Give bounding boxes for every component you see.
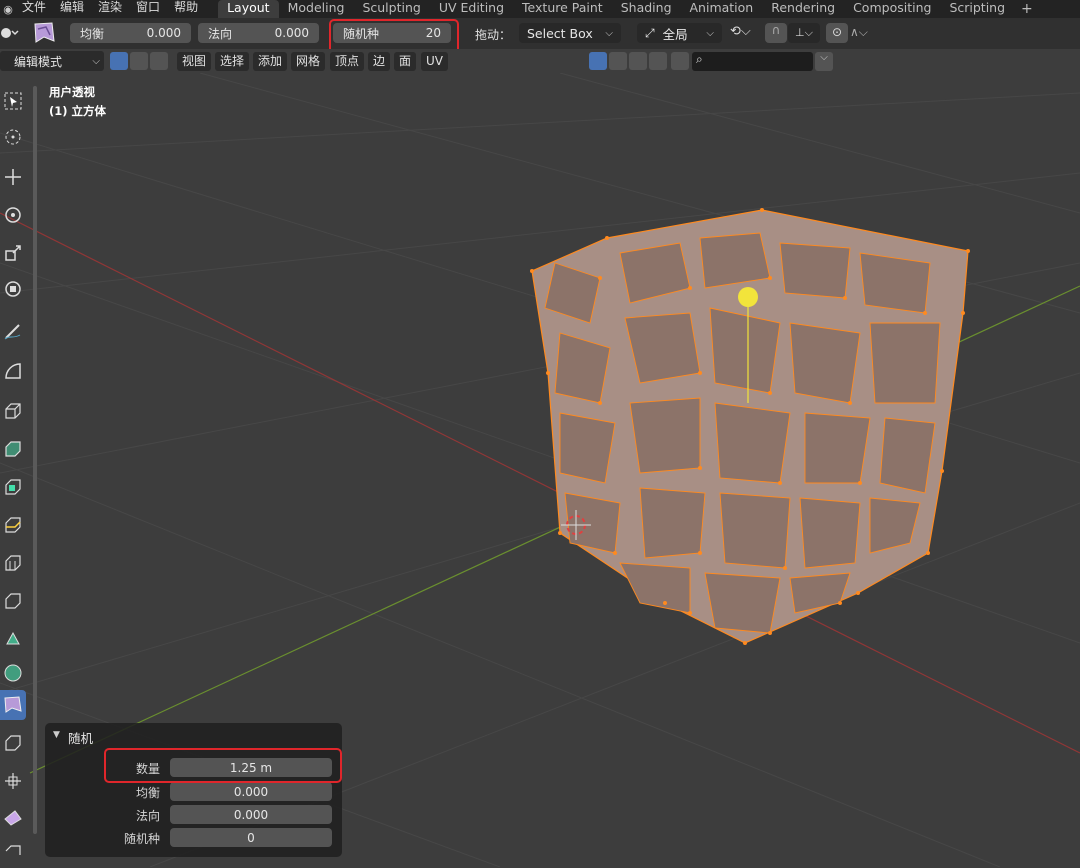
3d-cursor-icon [561, 510, 591, 540]
scale-tool-icon[interactable] [0, 238, 26, 268]
shading-solid-icon[interactable] [589, 52, 607, 70]
drag-label: 拖动： [475, 28, 512, 42]
menu-face[interactable]: 面 [394, 52, 417, 71]
menu-help[interactable]: 帮助 [168, 0, 206, 18]
balance-field[interactable]: 0.000 [170, 782, 332, 801]
extrude-tool-icon[interactable] [0, 396, 26, 426]
balance-label: 均衡 [80, 26, 105, 41]
tool-header: 均衡 0.000 法向 0.000 随机种 20 拖动： Select Box … [0, 18, 1080, 54]
search-icon: ⌕ [696, 52, 703, 66]
tab-sculpting[interactable]: Sculpting [353, 0, 429, 18]
orientation-value: 全局 [662, 26, 688, 42]
loop-cut-tool-icon[interactable] [0, 510, 26, 540]
search-input[interactable]: ⌕ [692, 52, 813, 71]
balance-value: 0.000 [146, 26, 181, 40]
spin-tool-icon[interactable] [0, 624, 26, 654]
panel-title[interactable]: 随机 [68, 728, 93, 747]
object-mode-icon[interactable] [0, 22, 26, 44]
pivot-point-icon[interactable]: ⟲⌵ [730, 24, 762, 44]
menu-mesh[interactable]: 网格 [291, 52, 326, 71]
select-box-tool-icon[interactable] [0, 86, 26, 116]
tab-animation[interactable]: Animation [681, 0, 763, 18]
inset-tool-icon[interactable] [0, 434, 26, 464]
menu-window[interactable]: 窗口 [130, 0, 168, 18]
menu-file[interactable]: 文件 [16, 0, 54, 18]
chevron-down-icon[interactable]: ⌵ [815, 52, 833, 71]
face-select-icon[interactable] [150, 52, 168, 70]
tab-rendering[interactable]: Rendering [762, 0, 844, 18]
normal-label: 法向 [135, 809, 160, 823]
menu-render[interactable]: 渲染 [92, 0, 130, 18]
chevron-down-icon: ⌵ [92, 55, 100, 67]
menu-add[interactable]: 添加 [253, 52, 288, 71]
seed-label: 随机种 [123, 832, 160, 846]
move-tool-icon[interactable] [0, 162, 26, 192]
adjust-last-operation-panel: ▼ 随机 数量 1.25 m 均衡 0.000 法向 0.000 随机种 0 [45, 723, 342, 857]
tab-texture-paint[interactable]: Texture Paint [513, 0, 612, 18]
menu-edge[interactable]: 边 [368, 52, 391, 71]
chevron-down-icon: ⌵ [706, 27, 714, 39]
menu-edit[interactable]: 编辑 [54, 0, 92, 18]
tab-shading[interactable]: Shading [612, 0, 681, 18]
view-name: 用户透视 [49, 85, 95, 99]
drag-select-value: Select Box [527, 25, 593, 41]
top-bar: ◉ 文件 编辑 渲染 窗口 帮助 Layout Modeling Sculpti… [0, 0, 1080, 18]
orientation-icon: ⤢ [645, 25, 655, 40]
shear-tool-icon[interactable] [0, 802, 26, 832]
menu-select[interactable]: 选择 [215, 52, 250, 71]
cleanup-brush-icon[interactable] [671, 52, 689, 70]
menu-uv[interactable]: UV [421, 52, 448, 71]
annotate-tool-icon[interactable] [0, 316, 26, 346]
blender-logo-icon[interactable]: ◉ [0, 0, 16, 18]
proportional-edit-icon[interactable]: ⊙ [826, 23, 848, 43]
mode-value: 编辑模式 [14, 54, 63, 69]
poly-build-tool-icon[interactable] [0, 586, 26, 616]
shrink-fatten-tool-icon[interactable] [0, 766, 26, 796]
panel-collapse-icon[interactable]: ▼ [53, 730, 60, 740]
object-name: (1) 立方体 [49, 104, 107, 118]
tab-scripting[interactable]: Scripting [940, 0, 1014, 18]
left-toolbar [0, 86, 30, 866]
normal-label: 法向 [208, 26, 233, 41]
drag-select-dropdown[interactable]: Select Box ⌵ [519, 23, 621, 43]
balance-label: 均衡 [135, 786, 160, 800]
menu-view[interactable]: 视图 [177, 52, 212, 71]
balance-field[interactable]: 均衡 0.000 [70, 23, 191, 43]
menu-vertex[interactable]: 顶点 [330, 52, 365, 71]
shading-material-icon[interactable] [609, 52, 627, 70]
rip-tool-icon[interactable] [0, 838, 26, 868]
transform-tool-icon[interactable] [0, 274, 26, 304]
snap-toggle-icon[interactable]: ∩ [765, 23, 787, 43]
snap-target-icon[interactable]: ⊥⌵ [788, 23, 820, 43]
edge-select-icon[interactable] [130, 52, 148, 70]
cursor-tool-icon[interactable] [0, 122, 26, 152]
amount-highlight [104, 748, 342, 783]
randomize-tool-icon[interactable] [0, 690, 26, 720]
tab-modeling[interactable]: Modeling [279, 0, 354, 18]
tab-uv-editing[interactable]: UV Editing [430, 0, 513, 18]
normal-field[interactable]: 法向 0.000 [198, 23, 319, 43]
shading-globe-icon[interactable] [649, 52, 667, 70]
mode-select[interactable]: 编辑模式 ⌵ [0, 51, 104, 71]
editor-header: 编辑模式 ⌵ 视图 选择 添加 网格 顶点 边 面 UV ⌕ ⌵ [0, 49, 1080, 73]
rotate-tool-icon[interactable] [0, 200, 26, 230]
seed-field[interactable]: 0 [170, 828, 332, 847]
randomize-tool-icon [32, 21, 56, 45]
falloff-icon[interactable]: ∧⌵ [850, 23, 880, 43]
normal-value: 0.000 [274, 26, 309, 40]
add-workspace-button[interactable]: + [1014, 2, 1040, 16]
vertex-select-icon[interactable] [110, 52, 128, 70]
tab-compositing[interactable]: Compositing [844, 0, 940, 18]
transform-orientation-dropdown[interactable]: ⤢ 全局 ⌵ [637, 23, 722, 43]
shading-drop-icon[interactable] [629, 52, 647, 70]
measure-tool-icon[interactable] [0, 356, 26, 386]
toolbar-scrollbar[interactable] [33, 86, 37, 834]
bevel-tool-icon[interactable] [0, 472, 26, 502]
edge-slide-tool-icon[interactable] [0, 728, 26, 758]
tab-layout[interactable]: Layout [218, 0, 279, 18]
normal-field[interactable]: 0.000 [170, 805, 332, 824]
chevron-down-icon: ⌵ [605, 27, 613, 39]
smooth-tool-icon[interactable] [0, 658, 26, 688]
knife-tool-icon[interactable] [0, 548, 26, 578]
